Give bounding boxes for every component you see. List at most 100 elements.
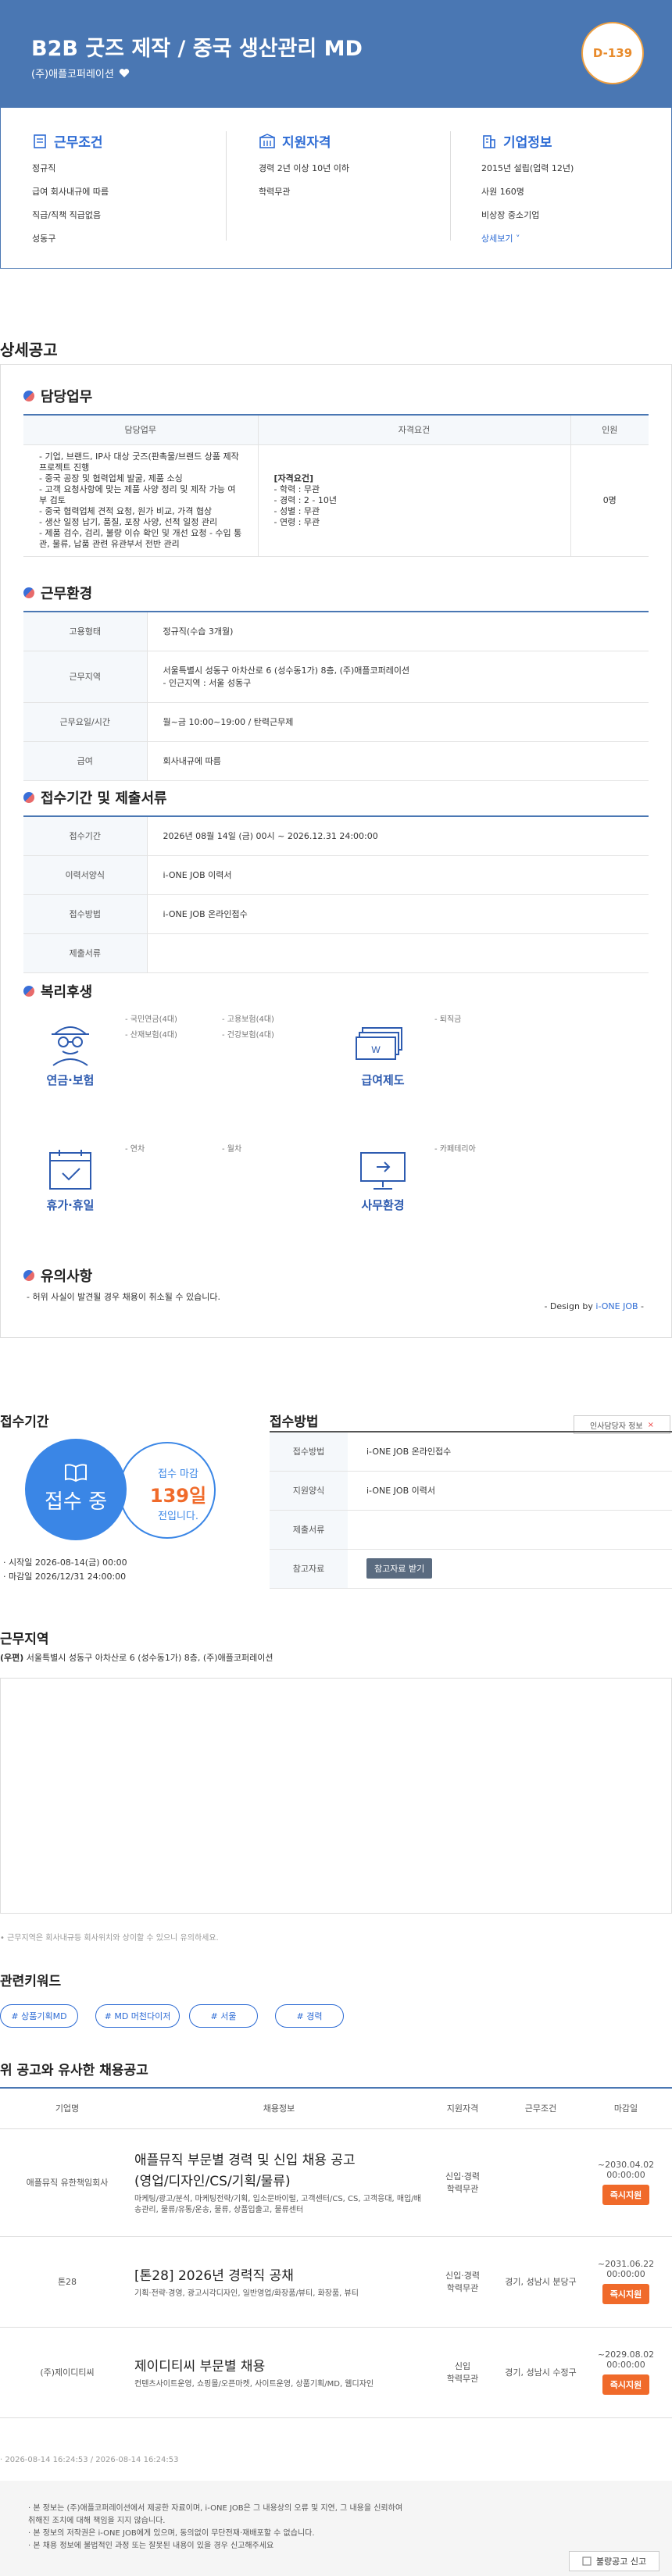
duty-heading: 담당업무 <box>23 386 92 406</box>
welfare-list-item: - 고용보험(4대) <box>222 1015 274 1024</box>
apply-now-button[interactable]: 즉시지원 <box>602 2374 650 2395</box>
job-cond: 경기, 성남시 분당구 <box>502 2236 580 2328</box>
company-info-title: 기업정보 <box>503 135 552 151</box>
row-key: 접수방법 <box>23 894 148 934</box>
building-icon <box>259 133 276 149</box>
period-table: 접수기간 2026년 08월 14일 (금) 00시 ~ 2026.12.31 2… <box>23 815 649 973</box>
job-deadline: ~2029.08.02 00:00:00 <box>597 2349 655 2370</box>
location-address-line: (우편) 서울특별시 성동구 아차산로 6 (성수동1가) 8층, (주)애플코… <box>0 1651 273 1664</box>
similar-header: 마감일 <box>580 2088 672 2129</box>
welfare-list-item: - 연차 <box>125 1145 145 1154</box>
task-line: 부 검토 <box>39 494 66 505</box>
row-value: i-ONE JOB 온라인접수 <box>147 894 649 934</box>
monitor-icon <box>352 1148 414 1192</box>
keyword-tag[interactable]: # 경력 <box>275 2004 344 2028</box>
job-cond <box>502 2128 580 2237</box>
location-title: 근무지역 <box>0 1632 49 1647</box>
report-icon <box>582 2556 592 2566</box>
welfare-heading: 복리후생 <box>23 981 92 1001</box>
download-button[interactable]: 참고자료 받기 <box>366 1558 433 1579</box>
job-title-line[interactable]: (영업/디자인/CS/기획/물류) <box>134 2170 424 2189</box>
keyword-tag[interactable]: # MD 머천다이저 <box>95 2004 180 2028</box>
qual-title: [자격요건] <box>273 473 314 483</box>
qual-line: - 학력 : 무관 <box>273 483 320 494</box>
company-name[interactable]: (주)애플코퍼레이션 <box>31 66 130 80</box>
qual-line: - 경력 : 2 - 10년 <box>273 494 337 505</box>
bullet-icon <box>23 391 34 401</box>
row-key: 급여 <box>23 741 148 781</box>
divider <box>450 131 451 241</box>
dday-badge: D-139 <box>581 22 644 84</box>
condition-line: 성동구 <box>32 234 56 244</box>
design-suffix: - <box>638 1301 644 1311</box>
task-line: - 고객 요청사항에 맞는 제품 사양 정리 및 제작 가능 여 <box>39 483 236 494</box>
qualification-line: 학력무관 <box>259 187 291 197</box>
summary-qualification: 지원자격 경력 2년 이상 10년 이하 학력무관 <box>259 131 349 209</box>
job-header: B2B 굿즈 제작 / 중국 생산관리 MD (주)애플코퍼레이션 D-139 <box>0 0 672 108</box>
task-line: - 제품 검수, 검리, 불량 이슈 확인 및 개선 요청 - 수입 통 <box>39 527 242 538</box>
job-title-line[interactable]: [톤28] 2026년 경력직 공채 <box>134 2264 424 2284</box>
heart-icon[interactable] <box>119 68 130 78</box>
vacation-list-2: - 월차 <box>222 1142 241 1158</box>
company-detail-link[interactable]: 상세보기 ˅ <box>481 232 574 244</box>
job-title-line[interactable]: 제이디티씨 부문별 채용 <box>134 2355 424 2374</box>
deadline-label: 접수 마감 <box>158 1468 198 1480</box>
row-value: 2026년 08월 14일 (금) 00시 ~ 2026.12.31 24:00… <box>147 816 649 856</box>
welfare-salary: W 급여제도 <box>352 1023 414 1088</box>
job-title-line[interactable]: 애플뮤직 부문별 경력 및 신입 채용 공고 <box>134 2149 424 2168</box>
row-key: 근무지역 <box>23 651 148 703</box>
location-map[interactable] <box>0 1678 672 1914</box>
job-qual: 신입·경력 학력무관 <box>424 2236 502 2328</box>
job-deadline: ~2031.06.22 00:00:00 <box>597 2259 655 2279</box>
keyword-tag[interactable]: # 서울 <box>189 2004 258 2028</box>
work-env-heading: 근무환경 <box>23 583 92 603</box>
job-company[interactable]: 애플뮤직 유한책임회사 <box>0 2128 134 2237</box>
row-key: 지원양식 <box>270 1471 348 1511</box>
welfare-list-item: - 카페테리아 <box>434 1145 476 1154</box>
report-button[interactable]: 불량공고 신고 <box>569 2551 659 2571</box>
work-env-title: 근무환경 <box>41 586 93 602</box>
calendar-check-icon <box>39 1148 102 1192</box>
table-row[interactable]: 애플뮤직 유한책임회사 애플뮤직 부문별 경력 및 신입 채용 공고 (영업/디자… <box>0 2128 672 2237</box>
apply-start: · 시작일 2026-08-14(금) 00:00 <box>3 1557 127 1568</box>
duty-qual-cell: [자격요건] - 학력 : 무관 - 경력 : 2 - 10년 - 성별 : 무… <box>258 444 571 557</box>
similar-jobs-table: 기업명 채용정보 지원자격 근무조건 마감일 애플뮤직 유한책임회사 애플뮤직 … <box>0 2087 672 2418</box>
job-company[interactable]: 톤28 <box>0 2236 134 2328</box>
vacation-list-1: - 연차 <box>125 1142 145 1158</box>
apply-now-button[interactable]: 즉시지원 <box>602 2185 650 2205</box>
welfare-pension: 연금·보험 <box>39 1017 102 1088</box>
job-deadline-cell: ~2030.04.02 00:00:00 즉시지원 <box>580 2128 672 2237</box>
apply-now-button[interactable]: 즉시지원 <box>602 2284 650 2304</box>
office-label: 사무환경 <box>361 1198 405 1212</box>
row-value: i-ONE JOB 이력서 <box>348 1471 672 1511</box>
job-company[interactable]: (주)제이디티씨 <box>0 2327 134 2418</box>
location-address: 서울특별시 성동구 아차산로 6 (성수동1가) 8층, (주)애플코퍼레이션 <box>26 1653 273 1663</box>
contact-info-label: 인사담당자 정보 <box>590 1422 643 1431</box>
book-icon <box>64 1464 88 1482</box>
table-row[interactable]: 톤28 [톤28] 2026년 경력직 공채 기획·전략·경영, 광고시각디자인,… <box>0 2236 672 2328</box>
job-info[interactable]: 애플뮤직 부문별 경력 및 신입 채용 공고 (영업/디자인/CS/기획/물류) 마… <box>134 2128 424 2237</box>
timestamp: · 2026-08-14 16:24:53 / 2026-08-14 16:24… <box>0 2456 179 2464</box>
task-line: - 생산 일정 납기, 품질, 포장 사양, 선적 일정 관리 <box>39 516 218 527</box>
footer-line: · 본 채용 정보에 불법적인 과정 또는 잘못된 내용이 있을 경우 신고해주… <box>28 2542 274 2550</box>
salary-label: 급여제도 <box>361 1073 405 1087</box>
company-building-icon <box>481 134 497 149</box>
company-line: 2015년 설립(업력 12년) <box>481 163 574 173</box>
row-sub-value: - 인근지역 : 서울 성동구 <box>163 678 252 688</box>
table-row[interactable]: (주)제이디티씨 제이디티씨 부문별 채용 컨텐츠사이트운영, 쇼핑몰/오픈마켓,… <box>0 2327 672 2418</box>
similar-header: 채용정보 <box>134 2088 424 2129</box>
job-info[interactable]: 제이디티씨 부문별 채용 컨텐츠사이트운영, 쇼핑몰/오픈마켓, 사이트운영, 상… <box>134 2327 424 2418</box>
deadline-days: 139일 <box>149 1485 207 1507</box>
salary-list: - 퇴직금 <box>434 1012 461 1028</box>
keyword-tag[interactable]: # 상품기획MD <box>0 2004 78 2028</box>
job-info[interactable]: [톤28] 2026년 경력직 공채 기획·전략·경영, 광고시각디자인, 일반영… <box>134 2236 424 2328</box>
money-cards-icon: W <box>352 1023 414 1067</box>
welfare-title: 복리후생 <box>41 984 93 1001</box>
notice-text: - 허위 사실이 발견될 경우 채용이 취소될 수 있습니다. <box>27 1292 220 1302</box>
period-heading: 접수기간 및 제출서류 <box>23 787 167 808</box>
chevron-down-icon: ˅ <box>515 234 520 244</box>
welfare-list-item: - 산재보험(4대) <box>125 1031 177 1040</box>
task-line: - 중국 공장 및 협력업체 발굴, 제품 소싱 <box>39 473 183 483</box>
similar-title: 위 공고와 유사한 채용공고 <box>0 2063 148 2078</box>
apply-method-title: 접수방법 <box>270 1415 319 1430</box>
